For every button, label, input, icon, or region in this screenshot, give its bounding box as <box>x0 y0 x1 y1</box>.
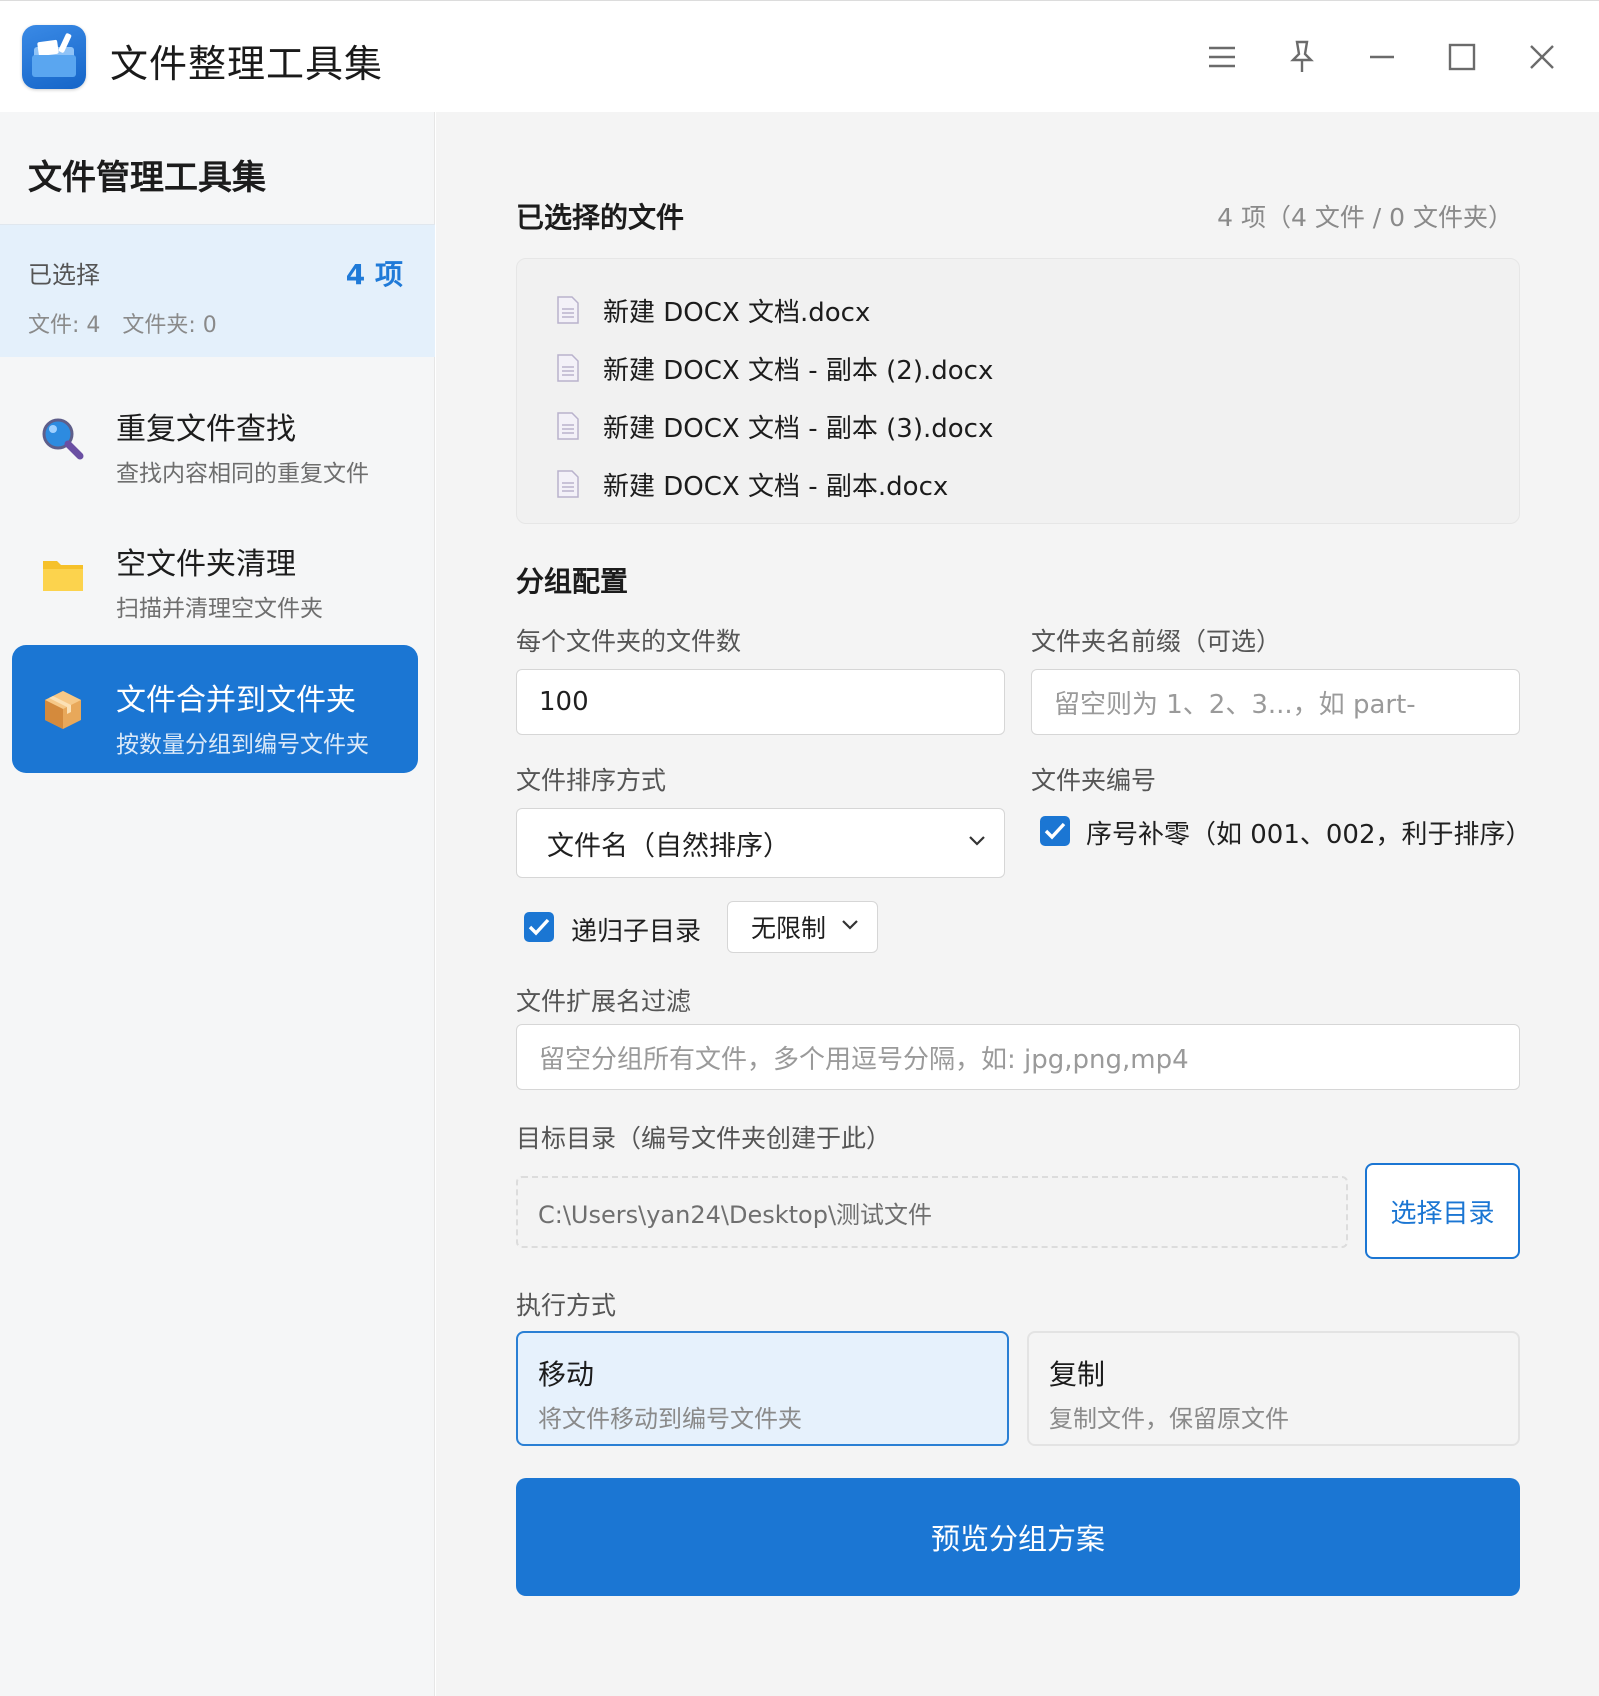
sidebar-item-subtitle: 查找内容相同的重复文件 <box>116 461 369 487</box>
selection-folder-count: 文件夹: 0 <box>122 313 217 338</box>
mode-option-copy[interactable]: 复制 复制文件，保留原文件 <box>1027 1331 1520 1446</box>
close-icon[interactable] <box>1520 35 1564 79</box>
target-dir-input[interactable]: C:\Users\yan24\Desktop\测试文件 <box>516 1176 1348 1248</box>
check-icon <box>528 918 550 936</box>
sidebar-item-merge-to-folders[interactable]: 文件合并到文件夹 按数量分组到编号文件夹 <box>12 645 418 773</box>
group-config-title: 分组配置 <box>516 565 629 598</box>
folder-numbering-label: 文件夹编号 <box>1031 766 1157 795</box>
title-bar: 文件整理工具集 <box>0 0 1599 112</box>
document-icon <box>557 412 579 440</box>
selected-files-list: 新建 DOCX 文档.docx 新建 DOCX 文档 - 副本 (2).docx… <box>516 258 1520 524</box>
sort-order-select[interactable]: 文件名（自然排序） <box>516 808 1005 878</box>
magnifier-icon <box>40 416 86 462</box>
chevron-down-icon <box>969 836 985 846</box>
mode-label: 执行方式 <box>516 1291 617 1320</box>
folder-prefix-input[interactable]: 留空则为 1、2、3...，如 part- <box>1031 669 1520 735</box>
file-name: 新建 DOCX 文档 - 副本 (3).docx <box>603 413 994 444</box>
sidebar-item-title: 空文件夹清理 <box>116 547 296 582</box>
app-logo-icon <box>22 25 86 89</box>
mode-option-desc: 复制文件，保留原文件 <box>1049 1405 1289 1433</box>
folder-icon <box>40 551 86 597</box>
selection-summary: 已选择 4 项 文件: 4 文件夹: 0 <box>0 224 435 357</box>
main-panel: 已选择的文件 4 项（4 文件 / 0 文件夹） 新建 DOCX 文档.docx… <box>436 112 1599 1696</box>
pin-icon[interactable] <box>1280 35 1324 79</box>
file-name: 新建 DOCX 文档.docx <box>603 297 871 328</box>
sidebar-item-title: 文件合并到文件夹 <box>116 683 356 718</box>
selection-file-count: 文件: 4 <box>28 313 101 338</box>
sidebar-title: 文件管理工具集 <box>28 158 266 198</box>
sidebar: 文件管理工具集 已选择 4 项 文件: 4 文件夹: 0 重复文件查找 查找内容相… <box>0 112 435 1696</box>
app-title: 文件整理工具集 <box>110 42 384 86</box>
maximize-icon[interactable] <box>1440 35 1484 79</box>
document-icon <box>557 470 579 498</box>
choose-directory-button[interactable]: 选择目录 <box>1365 1163 1520 1259</box>
file-name: 新建 DOCX 文档 - 副本.docx <box>603 471 949 502</box>
list-item[interactable]: 新建 DOCX 文档 - 副本 (2).docx <box>517 339 1519 397</box>
check-icon <box>1044 822 1066 840</box>
extension-filter-label: 文件扩展名过滤 <box>516 987 692 1016</box>
sort-order-value: 文件名（自然排序） <box>547 830 790 862</box>
mode-option-desc: 将文件移动到编号文件夹 <box>538 1405 802 1433</box>
sidebar-item-empty-folder-cleanup[interactable]: 空文件夹清理 扫描并清理空文件夹 <box>12 509 418 637</box>
sidebar-item-duplicate-finder[interactable]: 重复文件查找 查找内容相同的重复文件 <box>12 374 418 502</box>
zero-pad-label[interactable]: 序号补零（如 001、002，利于排序） <box>1086 814 1532 851</box>
document-icon <box>557 354 579 382</box>
target-dir-label: 目标目录（编号文件夹创建于此） <box>516 1124 892 1153</box>
selected-files-count: 4 项（4 文件 / 0 文件夹） <box>1217 203 1513 232</box>
folder-prefix-label: 文件夹名前缀（可选） <box>1031 627 1282 656</box>
list-item[interactable]: 新建 DOCX 文档 - 副本 (3).docx <box>517 397 1519 455</box>
sidebar-item-title: 重复文件查找 <box>116 412 296 447</box>
list-item[interactable]: 新建 DOCX 文档.docx <box>517 281 1519 339</box>
sidebar-item-subtitle: 扫描并清理空文件夹 <box>116 596 323 622</box>
zero-pad-checkbox[interactable] <box>1040 816 1070 846</box>
recursive-label[interactable]: 递归子目录 <box>571 911 701 948</box>
file-name: 新建 DOCX 文档 - 副本 (2).docx <box>603 355 994 386</box>
recursion-depth-value: 无限制 <box>751 914 827 943</box>
extension-filter-input[interactable]: 留空分组所有文件，多个用逗号分隔，如: jpg,png,mp4 <box>516 1024 1520 1090</box>
selection-count: 4 项 <box>345 258 403 291</box>
selection-label: 已选择 <box>28 261 100 289</box>
sidebar-item-subtitle: 按数量分组到编号文件夹 <box>116 732 369 758</box>
menu-icon[interactable] <box>1200 35 1244 79</box>
document-icon <box>557 296 579 324</box>
files-per-folder-label: 每个文件夹的文件数 <box>516 627 742 656</box>
sort-order-label: 文件排序方式 <box>516 766 667 795</box>
files-per-folder-input[interactable]: 100 <box>516 669 1005 735</box>
package-icon <box>40 687 86 733</box>
mode-option-title: 移动 <box>538 1358 595 1391</box>
recursion-depth-select[interactable]: 无限制 <box>727 901 878 953</box>
mode-option-title: 复制 <box>1049 1358 1106 1391</box>
selected-files-title: 已选择的文件 <box>516 201 685 234</box>
mode-option-move[interactable]: 移动 将文件移动到编号文件夹 <box>516 1331 1009 1446</box>
minimize-icon[interactable] <box>1360 35 1404 79</box>
list-item[interactable]: 新建 DOCX 文档 - 副本.docx <box>517 455 1519 513</box>
selection-details: 文件: 4 文件夹: 0 <box>28 307 217 339</box>
preview-grouping-button[interactable]: 预览分组方案 <box>516 1478 1520 1596</box>
chevron-down-icon <box>842 920 858 930</box>
recursive-checkbox[interactable] <box>524 912 554 942</box>
